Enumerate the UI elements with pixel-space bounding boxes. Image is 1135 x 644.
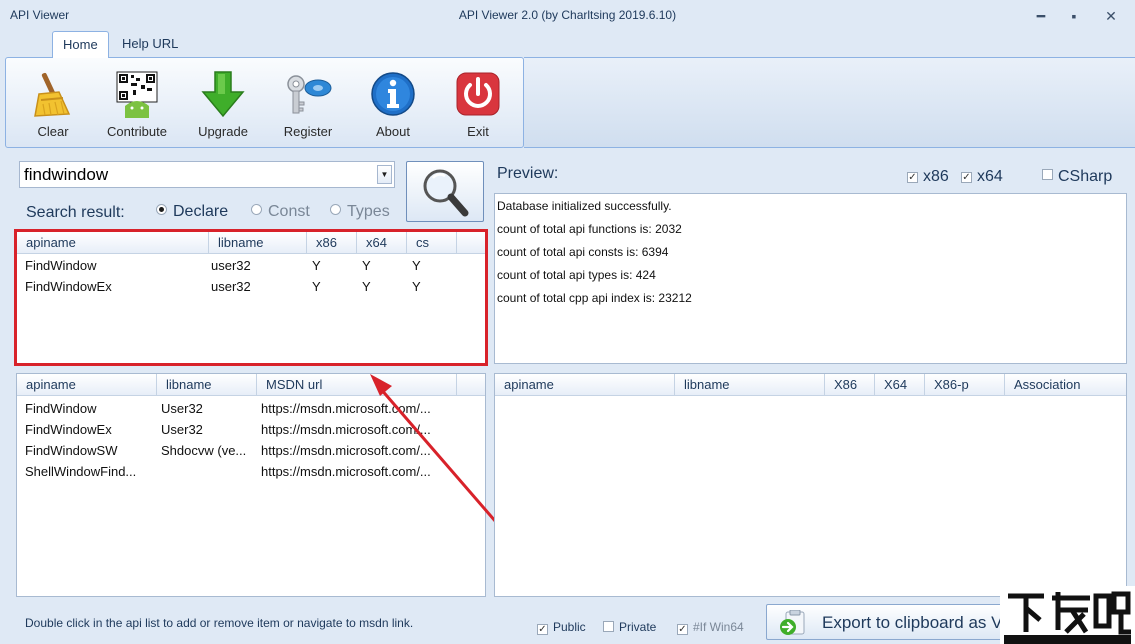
checkbox-box: [603, 621, 614, 632]
contribute-button[interactable]: Contribute: [97, 70, 177, 142]
preview-label: Preview:: [497, 165, 559, 182]
col-libname[interactable]: libname: [157, 374, 257, 396]
checkbox-private[interactable]: Private: [603, 620, 656, 634]
annotation-arrow-icon: [370, 374, 498, 524]
register-button[interactable]: Register: [268, 70, 348, 142]
down-arrow-icon: [201, 71, 245, 118]
preview-line: count of total api functions is: 2032: [497, 222, 682, 236]
radio-types[interactable]: Types: [330, 203, 390, 221]
radio-dot: [251, 204, 262, 215]
search-button[interactable]: [406, 161, 484, 222]
clear-label: Clear: [37, 124, 69, 139]
cell-apiname: FindWindow: [25, 401, 97, 416]
highlight-annotation: [14, 229, 488, 366]
search-input[interactable]: [20, 162, 370, 187]
cell-apiname: ShellWindowFind...: [25, 464, 137, 479]
cell-libname: [153, 461, 249, 482]
qr-android-icon: [116, 71, 158, 118]
checkbox-csharp[interactable]: CSharp: [1042, 168, 1112, 186]
clear-button[interactable]: Clear: [13, 70, 93, 142]
export-clipboard-button[interactable]: Export to clipboard as V: [766, 604, 1006, 640]
chevron-down-icon[interactable]: ▼: [377, 165, 392, 184]
status-text: Double click in the api list to add or r…: [25, 616, 414, 630]
selected-table-header: apiname libname X86 X64 X86-p Associatio…: [495, 374, 1126, 396]
info-icon: [371, 72, 415, 116]
broom-icon: [34, 72, 71, 117]
close-button[interactable]: ✕: [1096, 6, 1126, 26]
site-watermark-icon: [1004, 590, 1131, 644]
checkbox-x86-label: x86: [923, 168, 949, 185]
col-x86[interactable]: X86: [825, 374, 875, 396]
search-result-label: Search result:: [26, 204, 125, 221]
watermark-logo: [1000, 586, 1135, 644]
col-x86-p[interactable]: X86-p: [925, 374, 1005, 396]
about-button[interactable]: About: [353, 70, 433, 142]
selected-api-table[interactable]: apiname libname X86 X64 X86-p Associatio…: [494, 373, 1127, 597]
key-icon: [287, 75, 332, 114]
checkbox-box: ✓: [537, 624, 548, 635]
exit-button[interactable]: Exit: [438, 70, 518, 142]
cell-libname: Shdocvw (ve...: [161, 443, 247, 458]
preview-line: count of total api types is: 424: [497, 268, 656, 282]
cell-libname: User32: [161, 401, 203, 416]
col-x64[interactable]: X64: [875, 374, 925, 396]
radio-dot: [330, 204, 341, 215]
cell-apiname: FindWindowSW: [25, 443, 118, 458]
col-association[interactable]: Association: [1005, 374, 1126, 396]
contribute-label: Contribute: [107, 124, 167, 139]
maximize-button[interactable]: ▪: [1059, 6, 1089, 26]
col-libname[interactable]: libname: [675, 374, 825, 396]
minimize-button[interactable]: ━: [1026, 6, 1056, 26]
exit-label: Exit: [467, 124, 489, 139]
checkbox-x86[interactable]: ✓ x86: [907, 168, 949, 186]
upgrade-button[interactable]: Upgrade: [183, 70, 263, 142]
export-label: Export to clipboard as V: [822, 613, 1003, 632]
radio-const-label: Const: [268, 203, 310, 220]
register-label: Register: [283, 124, 333, 139]
magnifier-icon: [423, 169, 469, 217]
radio-dot: [156, 204, 167, 215]
col-apiname[interactable]: apiname: [495, 374, 675, 396]
preview-line: Database initialized successfully.: [497, 199, 672, 213]
checkbox-win64[interactable]: ✓ #If Win64: [677, 620, 744, 635]
search-combobox[interactable]: ▼: [19, 161, 395, 188]
preview-line: count of total api consts is: 6394: [497, 245, 669, 259]
power-icon: [456, 72, 500, 116]
radio-const[interactable]: Const: [251, 203, 310, 221]
radio-types-label: Types: [347, 203, 390, 220]
radio-declare[interactable]: Declare: [156, 203, 228, 221]
col-apiname[interactable]: apiname: [17, 374, 157, 396]
window-title: API Viewer 2.0 (by Charltsing 2019.6.10): [458, 8, 677, 22]
upgrade-label: Upgrade: [198, 124, 248, 139]
checkbox-win64-label: #If Win64: [693, 620, 744, 634]
cell-apiname: FindWindowEx: [25, 422, 112, 437]
checkbox-box: ✓: [907, 172, 918, 183]
checkbox-box: ✓: [961, 172, 972, 183]
radio-declare-label: Declare: [173, 203, 229, 220]
ribbon-filler: [524, 57, 1135, 148]
tab-help-url[interactable]: Help URL: [112, 31, 188, 57]
tab-home[interactable]: Home: [52, 31, 109, 58]
checkbox-box: ✓: [677, 624, 688, 635]
checkbox-x64[interactable]: ✓ x64: [961, 168, 1003, 186]
checkbox-box: [1042, 169, 1053, 180]
checkbox-private-label: Private: [619, 620, 657, 634]
clipboard-export-icon: [780, 610, 805, 635]
preview-line: count of total cpp api index is: 23212: [497, 291, 692, 305]
about-label: About: [376, 124, 410, 139]
cell-libname: User32: [161, 422, 203, 437]
checkbox-x64-label: x64: [977, 168, 1003, 185]
preview-text[interactable]: Database initialized successfully. count…: [494, 193, 1127, 364]
checkbox-public-label: Public: [553, 620, 586, 634]
checkbox-csharp-label: CSharp: [1058, 168, 1113, 185]
checkbox-public[interactable]: ✓ Public: [537, 620, 586, 635]
